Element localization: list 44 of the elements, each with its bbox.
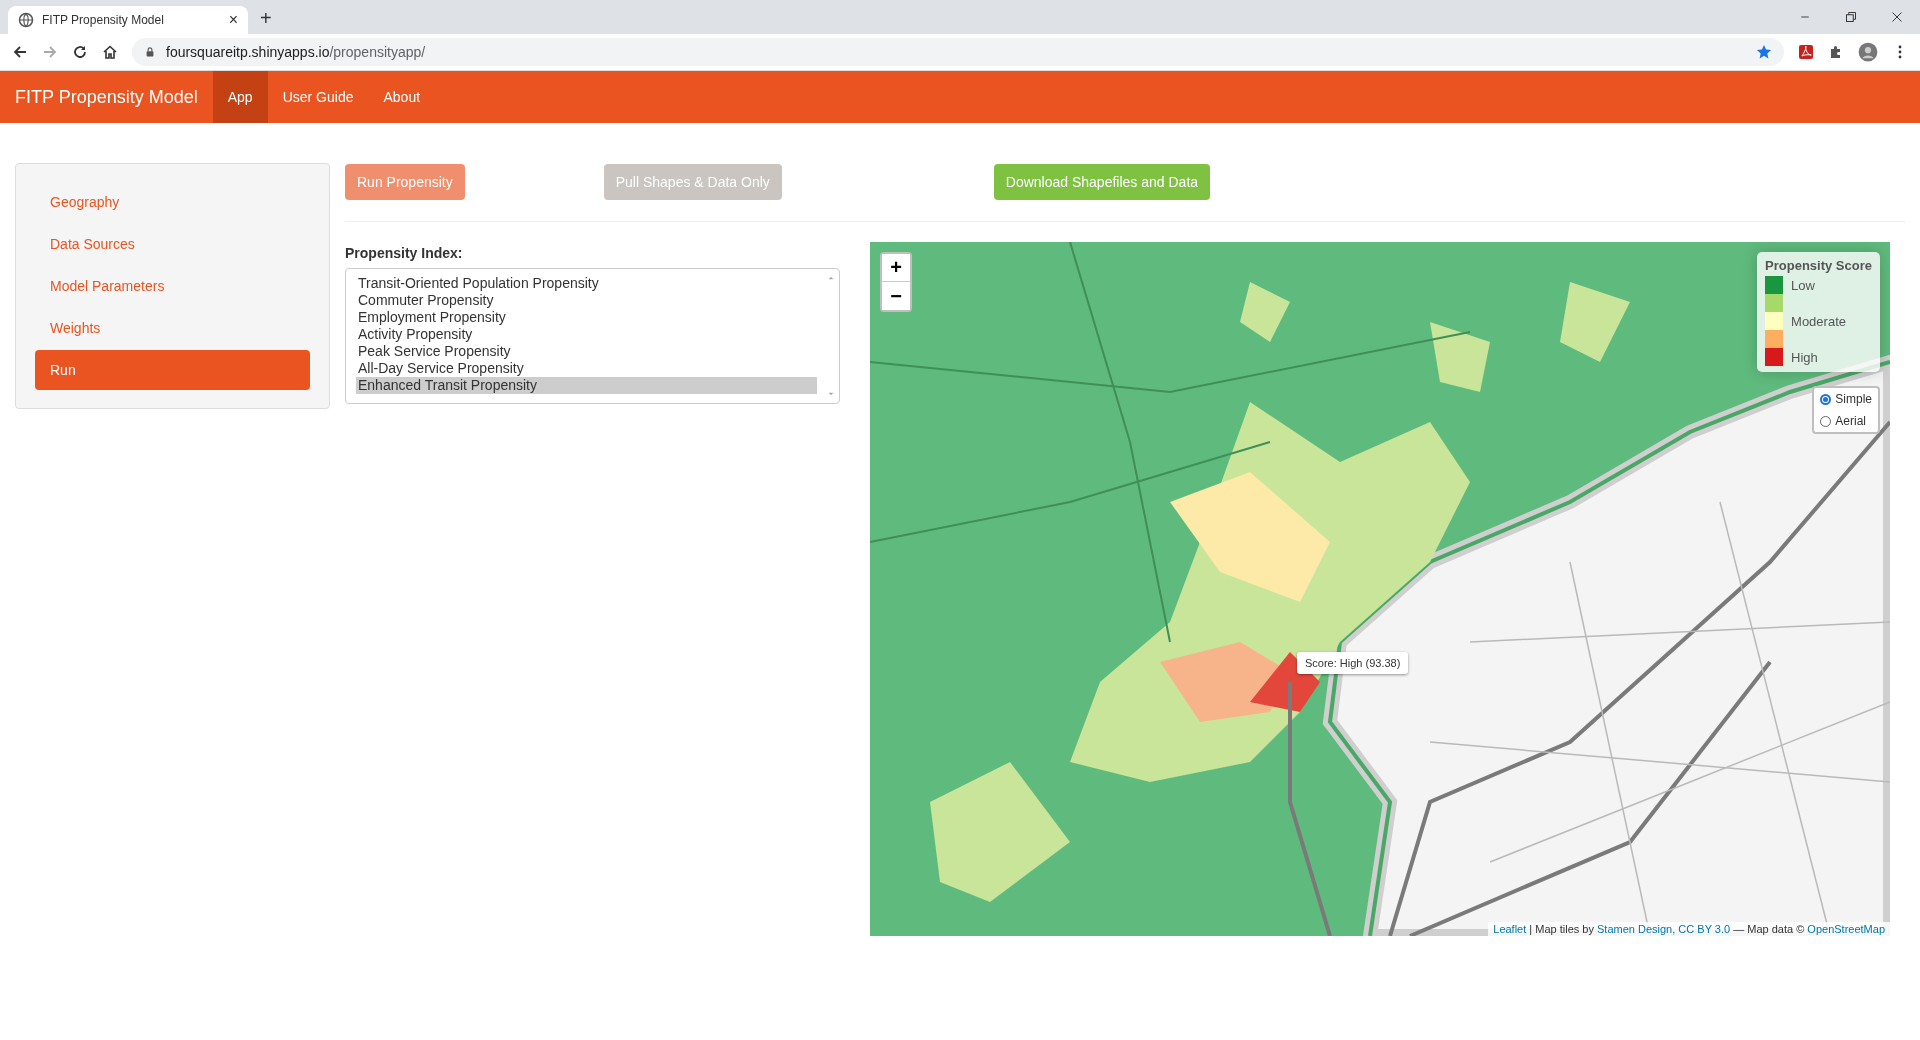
globe-icon bbox=[18, 12, 34, 28]
nav-tab[interactable]: About bbox=[368, 71, 436, 123]
restore-icon[interactable] bbox=[1845, 11, 1857, 23]
tab-close-button[interactable]: × bbox=[228, 11, 238, 29]
new-tab-button[interactable]: + bbox=[260, 7, 272, 30]
attribution-link[interactable]: Leaflet bbox=[1493, 923, 1527, 935]
field-label: Propensity Index: bbox=[345, 245, 464, 261]
attribution-link[interactable]: Stamen Design, CC BY 3.0 bbox=[1597, 923, 1731, 935]
close-icon[interactable] bbox=[1891, 11, 1903, 23]
list-option[interactable]: Commuter Propensity bbox=[356, 292, 817, 309]
radio-label[interactable]: Simple bbox=[1835, 392, 1872, 406]
app-title: FITP Propensity Model bbox=[15, 85, 198, 109]
legend-label: Moderate bbox=[1791, 313, 1846, 329]
avatar-icon[interactable] bbox=[1858, 42, 1878, 62]
legend-label: Low bbox=[1791, 277, 1815, 293]
list-option[interactable]: All-Day Service Propensity bbox=[356, 360, 817, 377]
reload-icon[interactable] bbox=[72, 44, 88, 60]
legend-label: High bbox=[1791, 349, 1818, 365]
map-tooltip: Score: High (93.38) bbox=[1297, 652, 1409, 674]
list-option[interactable]: Peak Service Propensity bbox=[356, 343, 817, 360]
url-text: foursquareitp.shinyapps.io/propensityapp/ bbox=[166, 44, 426, 60]
list-option[interactable]: Enhanced Transit Propensity bbox=[356, 377, 817, 394]
legend-title: Propensity Score bbox=[1765, 258, 1872, 273]
list-option[interactable]: Transit-Oriented Population Propensity bbox=[356, 275, 817, 292]
nav-tab[interactable]: App bbox=[212, 71, 268, 123]
nav-tab[interactable]: User Guide bbox=[267, 71, 369, 123]
star-icon[interactable] bbox=[1756, 44, 1772, 60]
index-listbox[interactable]: Transit-Oriented Population Propensity Commuter Propensity Employment Propensity Activity Propensity Peak Service Propensity All-Day Service Propensity Enhanced Transit Propensity bbox=[345, 268, 840, 404]
radio-button[interactable] bbox=[1820, 393, 1832, 405]
browser-tab[interactable]: FITP Propensity Model × bbox=[8, 6, 248, 34]
sidebar-item[interactable]: Run bbox=[35, 350, 310, 390]
radio-label[interactable]: Aerial bbox=[1835, 414, 1866, 428]
list-option[interactable]: Activity Propensity bbox=[356, 326, 817, 343]
radio-button[interactable] bbox=[1820, 415, 1832, 427]
list-option[interactable]: Employment Propensity bbox=[356, 309, 817, 326]
home-icon[interactable] bbox=[102, 44, 118, 60]
zoom-in-button[interactable]: + bbox=[882, 254, 910, 282]
attribution-link[interactable]: OpenStreetMap bbox=[1807, 923, 1885, 935]
back-icon[interactable] bbox=[12, 44, 28, 60]
address-bar[interactable]: foursquareitp.shinyapps.io/propensityapp/ bbox=[132, 38, 1784, 66]
tab-title: FITP Propensity Model bbox=[42, 13, 165, 27]
pdf-icon[interactable] bbox=[1798, 44, 1814, 60]
map-attribution: Leaflet | Map tiles by Stamen Design, CC BY 3.0 — Map data © OpenStreetMap bbox=[1488, 922, 1890, 936]
lock-icon bbox=[144, 46, 156, 58]
